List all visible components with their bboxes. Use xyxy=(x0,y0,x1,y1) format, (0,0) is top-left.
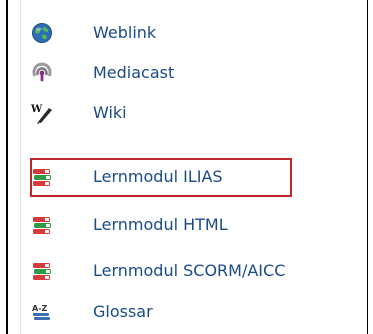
svg-text:W: W xyxy=(31,104,43,115)
menu-item-label: Wiki xyxy=(93,103,127,122)
menu-item-lernmodul-html[interactable]: Lernmodul HTML xyxy=(21,205,361,245)
globe-icon xyxy=(31,22,53,44)
menu-item-wiki[interactable]: W Wiki xyxy=(21,93,361,133)
menu-item-lernmodul-ilias[interactable]: Lernmodul ILIAS xyxy=(21,157,361,197)
svg-text:A-Z: A-Z xyxy=(32,304,48,313)
menu-item-label: Glossar xyxy=(93,302,153,321)
menu-item-label: Lernmodul HTML xyxy=(93,215,228,234)
menu-item-label: Lernmodul SCORM/AICC xyxy=(93,261,286,280)
window-border-left xyxy=(6,0,8,334)
menu-item-label: Mediacast xyxy=(93,63,175,82)
menu-item-lernmodul-scorm-aicc[interactable]: Lernmodul SCORM/AICC xyxy=(21,251,361,291)
menu-item-glossar[interactable]: A-Z Glossar xyxy=(21,292,361,332)
books-stack-icon xyxy=(31,214,53,236)
wiki-pen-icon: W xyxy=(30,102,53,124)
menu-item-label: Lernmodul ILIAS xyxy=(93,167,223,186)
podcast-icon xyxy=(31,62,53,84)
menu-item-mediacast[interactable]: Mediacast xyxy=(21,53,361,93)
menu-item-label: Weblink xyxy=(93,23,157,42)
add-object-menu: Weblink Mediacast W Wiki Lernmodul ILIAS… xyxy=(20,0,367,334)
books-stack-icon xyxy=(31,166,53,188)
menu-item-weblink[interactable]: Weblink xyxy=(21,13,361,53)
books-stack-icon xyxy=(31,260,53,282)
glossary-az-icon: A-Z xyxy=(31,301,53,323)
